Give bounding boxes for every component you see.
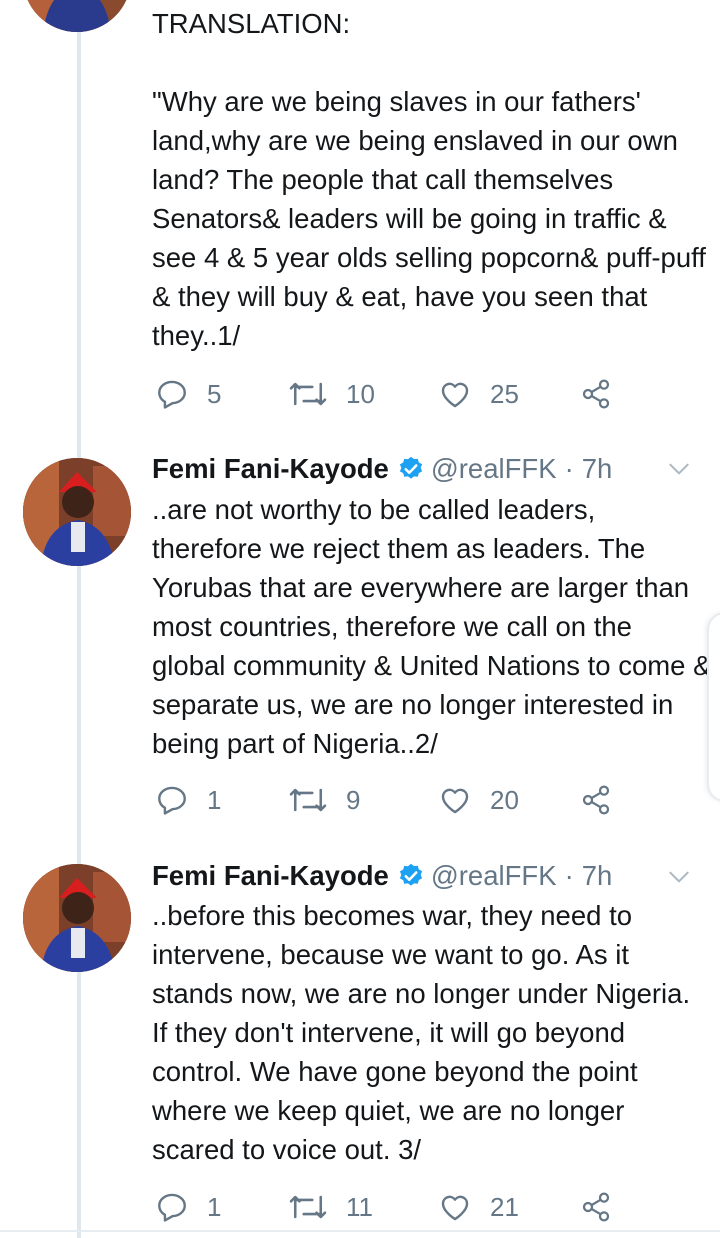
retweet-button[interactable]: 11 xyxy=(288,1187,373,1227)
retweet-count: 10 xyxy=(346,378,375,409)
separator-dot: · xyxy=(564,860,574,891)
avatar[interactable] xyxy=(23,864,131,972)
thread-line-top xyxy=(77,0,81,1238)
bottom-divider xyxy=(0,1230,720,1232)
like-icon xyxy=(441,788,469,814)
avatar-image xyxy=(23,458,131,566)
tweet-header: Femi Fani-Kayode @realFFK · 7h xyxy=(152,449,692,489)
like-button[interactable]: 20 xyxy=(438,780,519,820)
reply-button[interactable]: 1 xyxy=(155,780,221,820)
avatar-image xyxy=(23,864,131,972)
like-icon xyxy=(441,382,469,408)
reply-icon xyxy=(158,380,186,409)
verified-icon xyxy=(397,455,425,483)
tweet-text: ..are not worthy to be called leaders, t… xyxy=(152,494,712,759)
like-icon xyxy=(441,1195,469,1221)
author-name[interactable]: Femi Fani-Kayode xyxy=(152,860,389,892)
tweet-text: TRANSLATION: "Why are we being slaves in… xyxy=(152,8,706,351)
tweet-actions: 1 11 21 xyxy=(155,1187,625,1227)
like-count: 21 xyxy=(490,1191,519,1222)
tweet-actions: 5 10 25 xyxy=(155,374,625,414)
avatar-image xyxy=(23,0,131,32)
reply-button[interactable]: 1 xyxy=(155,1187,221,1227)
avatar[interactable] xyxy=(23,458,131,566)
timestamp[interactable]: 7h xyxy=(582,860,613,892)
reply-count: 1 xyxy=(207,1191,222,1222)
timestamp[interactable]: 7h xyxy=(582,453,613,485)
reply-count: 5 xyxy=(207,378,222,409)
like-button[interactable]: 25 xyxy=(438,374,519,414)
chevron-down-icon[interactable] xyxy=(666,456,692,482)
author-handle[interactable]: @realFFK xyxy=(431,453,557,485)
like-count: 20 xyxy=(490,784,519,815)
retweet-count: 11 xyxy=(346,1191,373,1222)
like-count: 25 xyxy=(490,378,519,409)
share-button[interactable] xyxy=(580,374,630,414)
author-name[interactable]: Femi Fani-Kayode xyxy=(152,453,389,485)
share-button[interactable] xyxy=(580,1187,630,1227)
reply-button[interactable]: 5 xyxy=(155,374,221,414)
tweet-actions: 1 9 20 xyxy=(155,780,625,820)
avatar[interactable] xyxy=(23,0,131,32)
share-icon xyxy=(582,379,610,409)
reply-icon xyxy=(158,786,186,815)
floating-button-edge[interactable] xyxy=(707,612,720,802)
share-icon xyxy=(582,785,610,815)
tweet-text: ..before this becomes war, they need to … xyxy=(152,900,698,1165)
like-button[interactable]: 21 xyxy=(438,1187,519,1227)
author-handle[interactable]: @realFFK xyxy=(431,860,557,892)
chevron-down-icon[interactable] xyxy=(666,864,692,890)
share-button[interactable] xyxy=(580,780,630,820)
retweet-icon xyxy=(289,1195,327,1219)
separator-dot: · xyxy=(564,453,574,484)
reply-icon xyxy=(158,1193,186,1222)
share-icon xyxy=(582,1192,610,1222)
retweet-button[interactable]: 10 xyxy=(288,374,375,414)
retweet-icon xyxy=(289,788,327,812)
verified-icon xyxy=(397,862,425,890)
retweet-count: 9 xyxy=(346,784,361,815)
reply-count: 1 xyxy=(207,784,222,815)
tweet-header: Femi Fani-Kayode @realFFK · 7h xyxy=(152,856,692,896)
retweet-button[interactable]: 9 xyxy=(288,780,360,820)
retweet-icon xyxy=(289,382,327,406)
